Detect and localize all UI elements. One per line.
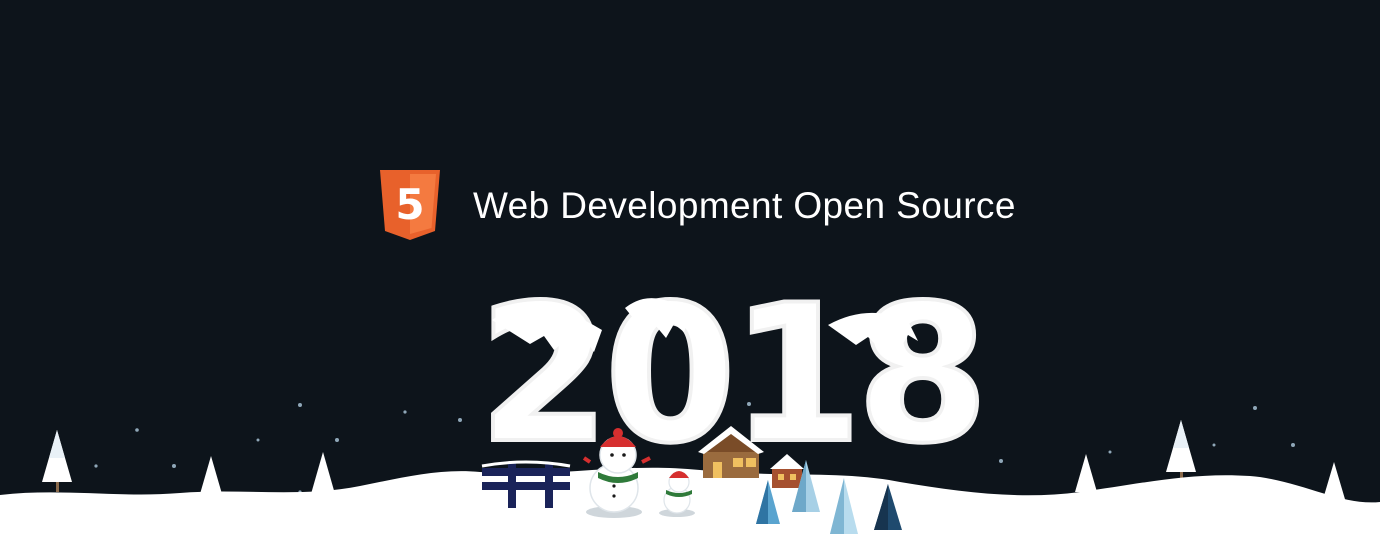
site-header: 5 Web Development Open Source [380,170,1016,240]
snow-tree [1166,420,1196,478]
hero-banner: 2018 5 Web Development Open Source [0,0,1380,535]
html5-logo-icon: 5 [380,170,440,240]
html5-logo-number: 5 [395,180,424,229]
snow-tree [42,430,72,492]
winter-scene-illustration: 2018 [0,262,1380,535]
snow-tree [1075,454,1097,496]
page-title: Web Development Open Source [473,184,1016,226]
